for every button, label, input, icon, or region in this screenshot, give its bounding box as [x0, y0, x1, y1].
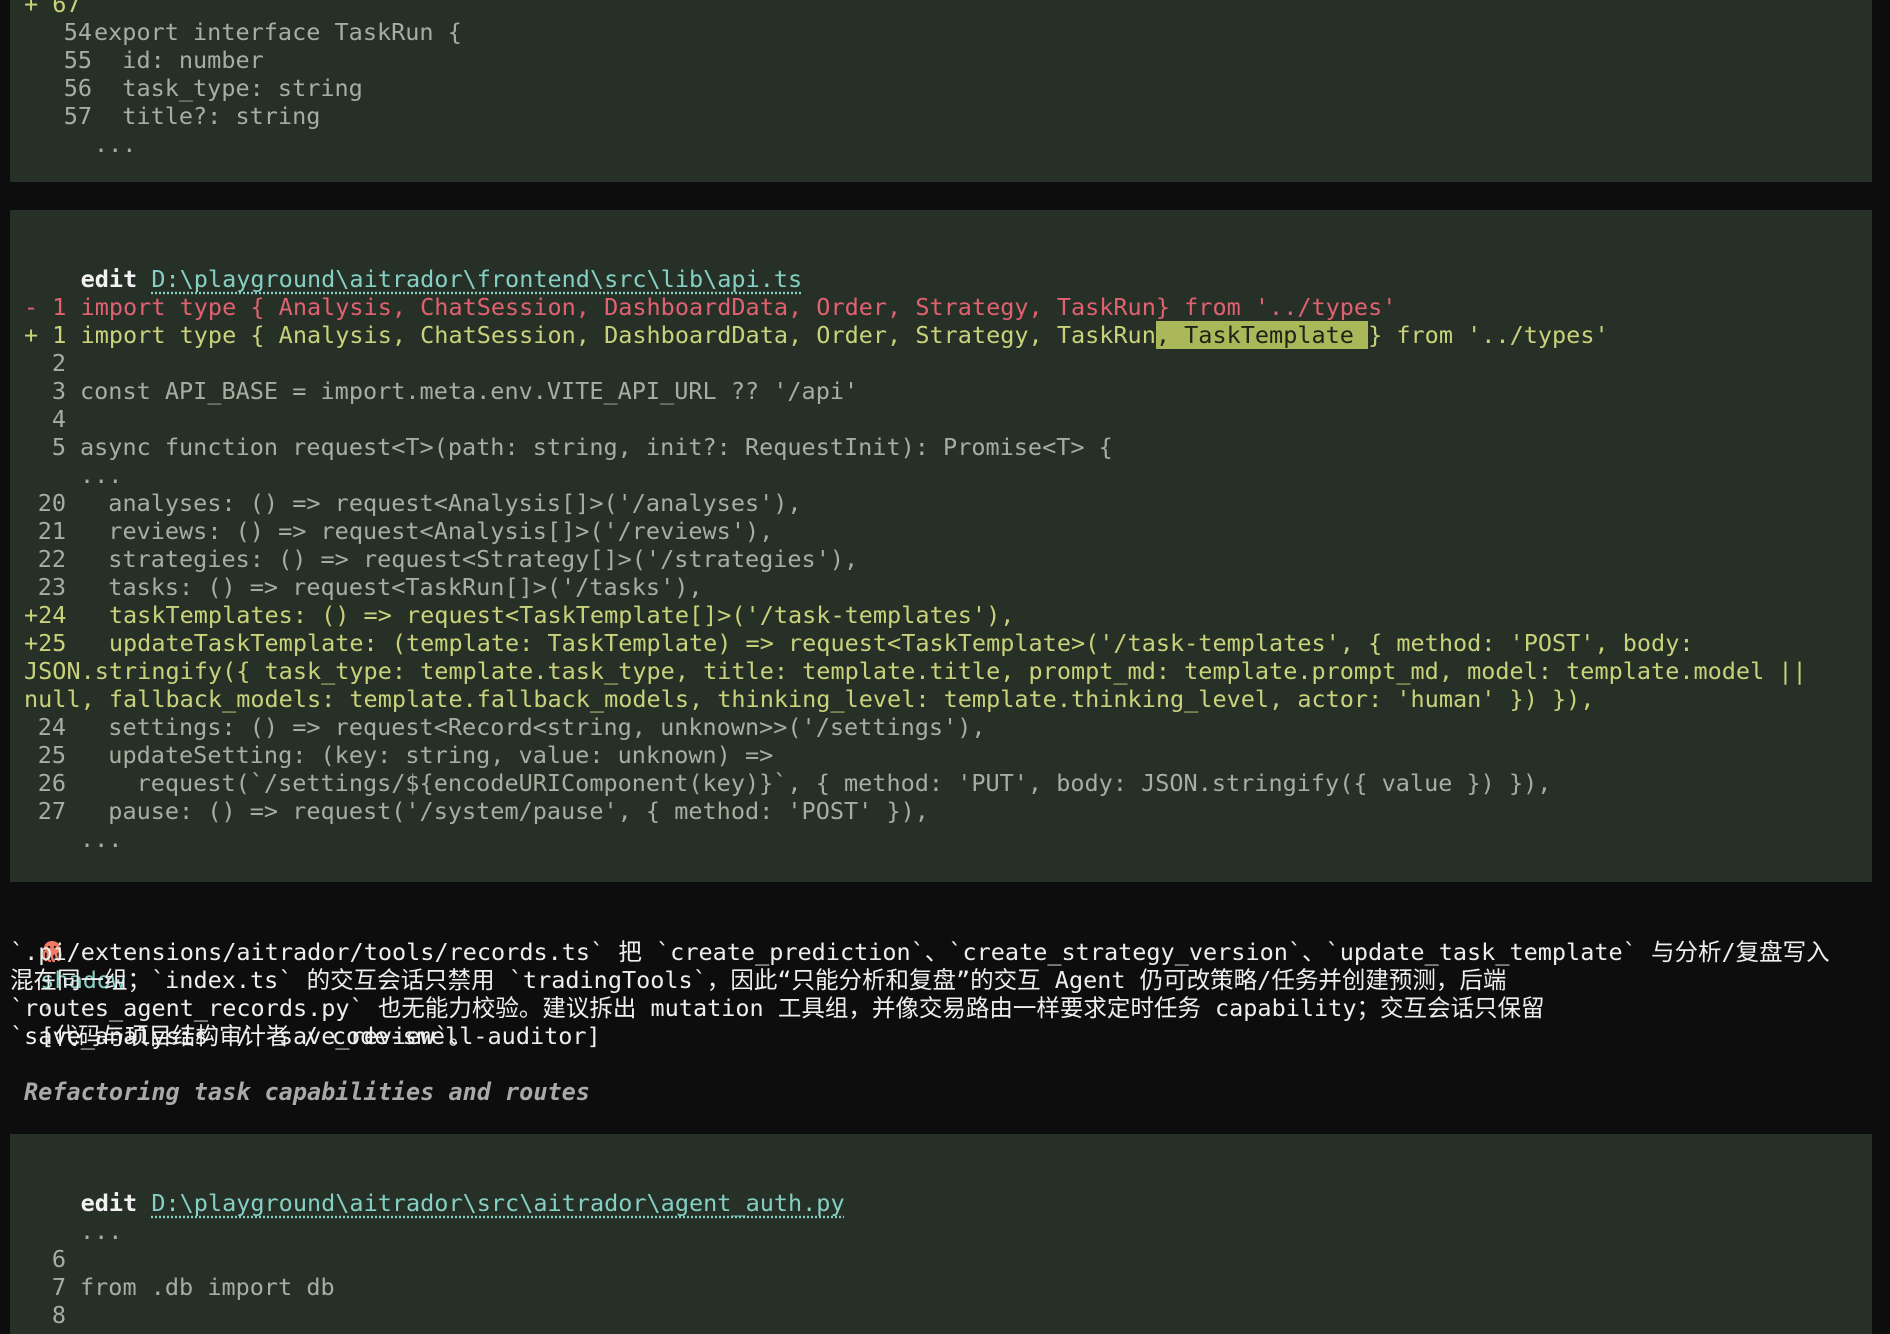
- added-line-pre: + 1 import type { Analysis, ChatSession,…: [24, 321, 1156, 349]
- ellipsis: ...: [94, 130, 137, 158]
- line-number: 54: [63, 18, 92, 46]
- added-line-wrap: null, fallback_models: template.fallback…: [24, 685, 1595, 713]
- removed-line: - 1 import type { Analysis, ChatSession,…: [24, 293, 1397, 321]
- line-number: 25: [37, 741, 66, 769]
- edit-header: edit D:\playground\aitrador\src\aitrador…: [24, 1161, 845, 1217]
- edit-label: edit: [80, 265, 138, 293]
- code-line: from .db import db: [80, 1273, 335, 1301]
- message-line: `.pi/extensions/aitrador/tools/records.t…: [10, 938, 1830, 966]
- message-line: `save_analysis` / `save_review`。: [10, 1022, 473, 1050]
- code-line: title?: string: [94, 102, 321, 130]
- line-number: 55: [63, 46, 92, 74]
- line-number: 21: [37, 517, 66, 545]
- line-number: 27: [37, 797, 66, 825]
- code-line: const API_BASE = import.meta.env.VITE_AP…: [80, 377, 859, 405]
- diff-block-agent-auth: edit D:\playground\aitrador\src\aitrador…: [10, 1134, 1872, 1334]
- code-line: async function request<T>(path: string, …: [80, 433, 1113, 461]
- ellipsis: ...: [80, 461, 123, 489]
- file-path-link[interactable]: D:\playground\aitrador\src\aitrador\agen…: [151, 1189, 844, 1217]
- line-number: 2: [51, 349, 66, 377]
- code-line: updateSetting: (key: string, value: unkn…: [80, 741, 774, 769]
- ellipsis: ...: [80, 825, 123, 853]
- line-number: 4: [51, 405, 66, 433]
- code-line: request(`/settings/${encodeURIComponent(…: [80, 769, 1552, 797]
- code-line: export interface TaskRun {: [94, 18, 462, 46]
- code-line: reviews: () => request<Analysis[]>('/rev…: [80, 517, 774, 545]
- code-line: pause: () => request('/system/pause', { …: [80, 797, 929, 825]
- code-line: strategies: () => request<Strategy[]>('/…: [80, 545, 859, 573]
- code-line: analyses: () => request<Analysis[]>('/an…: [80, 489, 802, 517]
- code-line: settings: () => request<Record<string, u…: [80, 713, 986, 741]
- status-text: Refactoring task capabilities and routes: [24, 1078, 590, 1106]
- diff-block-api: edit D:\playground\aitrador\frontend\src…: [10, 210, 1872, 882]
- code-line: task_type: string: [94, 74, 363, 102]
- line-number: 57: [63, 102, 92, 130]
- added-line: + 1 import type { Analysis, ChatSession,…: [24, 321, 1609, 349]
- added-line: +24 taskTemplates: () => request<TaskTem…: [24, 601, 1015, 629]
- agent-header: shadow · [代码与项目结构审计者 / code-smell-audito…: [12, 910, 601, 1050]
- diff-line: + 67: [24, 0, 81, 18]
- file-path-link[interactable]: D:\playground\aitrador\frontend\src\lib\…: [151, 265, 802, 293]
- code-line: tasks: () => request<TaskRun[]>('/tasks'…: [80, 573, 703, 601]
- line-number: 20: [37, 489, 66, 517]
- line-number: 8: [51, 1301, 66, 1329]
- code-line: id: number: [94, 46, 264, 74]
- line-number: 24: [37, 713, 66, 741]
- line-number: 5: [51, 433, 66, 461]
- message-line: `routes_agent_records.py` 也无能力校验。建议拆出 mu…: [10, 994, 1545, 1022]
- line-number: 56: [63, 74, 92, 102]
- added-line: +25 updateTaskTemplate: (template: TaskT…: [24, 629, 1694, 657]
- highlight-change: , TaskTemplate: [1155, 321, 1369, 349]
- diff-block-types: + 67 54 export interface TaskRun { 55 id…: [10, 0, 1872, 182]
- added-line-post: } from '../types': [1368, 321, 1609, 349]
- line-number: 23: [37, 573, 66, 601]
- edit-header: edit D:\playground\aitrador\frontend\src…: [24, 237, 803, 293]
- added-line-wrap: JSON.stringify({ task_type: template.tas…: [24, 657, 1807, 685]
- line-number: 6: [51, 1245, 66, 1273]
- ellipsis: ...: [80, 1217, 123, 1245]
- line-number: 3: [51, 377, 66, 405]
- line-number: 22: [37, 545, 66, 573]
- line-number: 7: [51, 1273, 66, 1301]
- edit-label: edit: [80, 1189, 138, 1217]
- message-line: 混在同一组；`index.ts` 的交互会话只禁用 `tradingTools`…: [10, 966, 1507, 994]
- line-number: 26: [37, 769, 66, 797]
